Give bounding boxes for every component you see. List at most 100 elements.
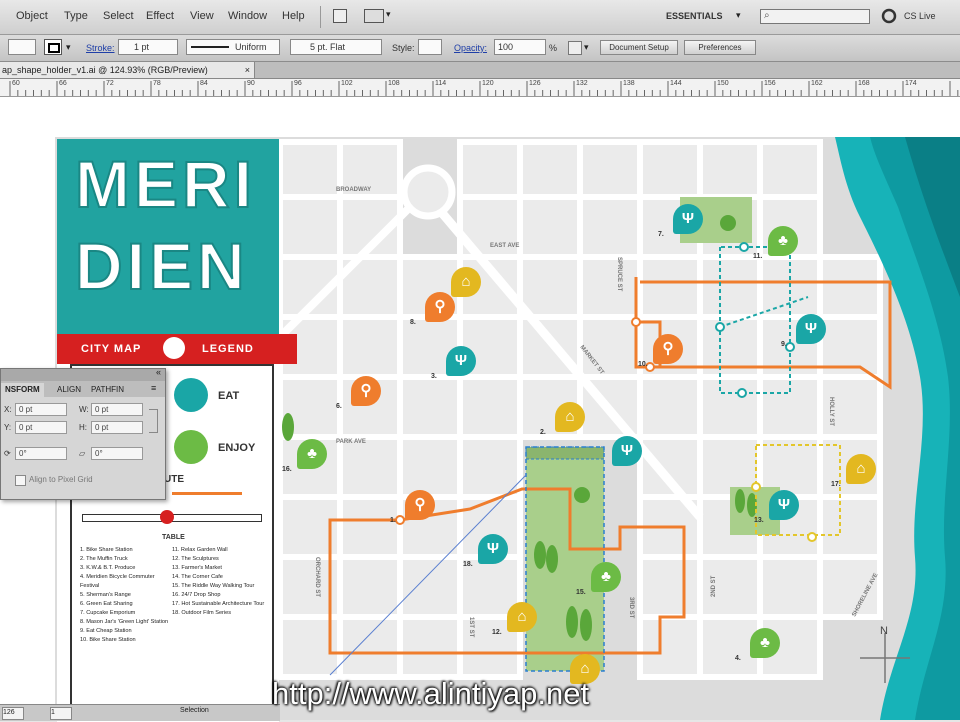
poi-marker[interactable]: ⚲ [405, 490, 435, 520]
eat-legend-icon [174, 378, 208, 412]
workspace-switcher[interactable]: ESSENTIALS [666, 11, 723, 21]
opacity-field[interactable]: 100 [494, 39, 546, 55]
ruler-label: 96 [294, 80, 302, 87]
menu-view[interactable]: View [190, 10, 214, 22]
home-icon: ⌂ [565, 408, 575, 425]
street-label: 1ST ST [468, 617, 474, 638]
poi-marker[interactable]: ⚲ [653, 334, 683, 364]
fork-icon: Ψ [681, 210, 695, 227]
ruler-label: 144 [670, 80, 682, 87]
poi-marker[interactable]: ⚲ [351, 376, 381, 406]
poi-marker[interactable]: Ψ [446, 346, 476, 376]
shear-icon: ▱ [79, 449, 86, 458]
menu-object[interactable]: Object [16, 10, 48, 22]
transform-panel[interactable]: « NSFORM ALIGN PATHFIN ≡ X: 0 pt W: 0 pt… [0, 367, 166, 500]
menu-type[interactable]: Type [64, 10, 88, 22]
title-block: MERI DIEN [57, 139, 279, 334]
stroke-link[interactable]: Stroke: [86, 43, 115, 53]
preferences-button[interactable]: Preferences [684, 40, 756, 55]
ruler-label: 84 [200, 80, 208, 87]
shear-field[interactable]: 0° [91, 447, 143, 460]
artboard-number-field[interactable]: 1 [50, 707, 72, 720]
tree-icon: ♣ [307, 445, 317, 462]
poi-marker[interactable]: ⌂ [451, 267, 481, 297]
y-field[interactable]: 0 pt [15, 421, 67, 434]
cs-live-icon[interactable] [880, 7, 898, 25]
fork-icon: Ψ [486, 540, 500, 557]
ruler-label: 60 [12, 80, 20, 87]
legend-table-item: 1. Bike Share Station [80, 547, 133, 553]
chevron-down-icon[interactable]: ▾ [386, 9, 391, 20]
poi-marker[interactable]: Ψ [673, 204, 703, 234]
opacity-link[interactable]: Opacity: [454, 43, 487, 53]
help-search-input[interactable]: ⌕ [760, 9, 870, 24]
legend-emblem-icon [163, 337, 185, 359]
menu-select[interactable]: Select [103, 10, 134, 22]
poi-marker[interactable]: ♣ [750, 628, 780, 658]
stroke-swatch[interactable] [44, 39, 62, 55]
recolor-artwork-icon[interactable] [568, 41, 582, 55]
street-label: PARK AVE [336, 439, 366, 445]
poi-number-label: 9. [781, 341, 787, 348]
brush-definition[interactable]: 5 pt. Flat [290, 39, 382, 55]
variable-width-profile[interactable]: Uniform [186, 39, 280, 55]
poi-marker[interactable]: ⚲ [425, 292, 455, 322]
fill-swatch[interactable] [8, 39, 36, 55]
constrain-link-icon[interactable] [149, 409, 158, 433]
arrange-documents-icon[interactable] [364, 9, 384, 23]
compass-north-label: N [880, 625, 888, 637]
x-field[interactable]: 0 pt [15, 403, 67, 416]
h-field[interactable]: 0 pt [91, 421, 143, 434]
panel-collapse-icon[interactable]: « [156, 367, 161, 377]
menu-window[interactable]: Window [228, 10, 267, 22]
document-tab[interactable]: ap_shape_holder_v1.ai @ 124.93% (RGB/Pre… [0, 62, 255, 78]
bridge-icon[interactable] [333, 9, 347, 23]
fork-icon: Ψ [454, 352, 468, 369]
shear-value: 0° [95, 449, 103, 458]
panel-menu-icon[interactable]: ≡ [151, 383, 156, 393]
current-tool-label: Selection [180, 707, 209, 714]
legend-table-item: 15. The Riddle Way Walking Tour [172, 583, 255, 589]
stroke-swatch-chevron-icon[interactable]: ▾ [66, 42, 71, 53]
cs-live-label[interactable]: CS Live [904, 11, 936, 21]
recolor-chevron-icon[interactable]: ▾ [584, 42, 589, 53]
x-label: X: [4, 405, 12, 414]
document-setup-button[interactable]: Document Setup [600, 40, 678, 55]
close-tab-icon[interactable]: × [245, 62, 250, 78]
horizontal-ruler[interactable]: 60 66 72 78 84 90 96 102 108 114 120 126 132 138 144 15… [0, 79, 960, 97]
fork-icon: Ψ [804, 320, 818, 337]
workspace-chevron-icon[interactable]: ▾ [736, 10, 741, 21]
ruler-label: 114 [435, 80, 447, 87]
menu-effect[interactable]: Effect [146, 10, 174, 22]
stroke-weight-field[interactable]: 1 pt [118, 39, 178, 55]
poi-marker[interactable]: Ψ [769, 490, 799, 520]
poi-number-label: 11. [753, 253, 763, 260]
tree-icon: ♣ [760, 634, 770, 651]
poi-marker[interactable]: ♣ [297, 439, 327, 469]
legend-eat-label: EAT [218, 390, 240, 402]
zoom-field[interactable]: 126 [2, 707, 24, 720]
poi-marker[interactable]: ⌂ [555, 402, 585, 432]
panel-title-bar[interactable]: « [1, 367, 165, 381]
roundabout [400, 164, 456, 220]
poi-marker[interactable]: Ψ [796, 314, 826, 344]
rotate-value: 0° [19, 449, 27, 458]
align-pixel-checkbox[interactable] [15, 475, 26, 486]
tab-align[interactable]: ALIGN [53, 383, 85, 397]
poi-marker[interactable]: ⌂ [507, 602, 537, 632]
poi-marker[interactable]: Ψ [612, 436, 642, 466]
poi-number-label: 6. [336, 403, 342, 410]
poi-marker[interactable]: ⌂ [846, 454, 876, 484]
ruler-label: 72 [106, 80, 114, 87]
w-field[interactable]: 0 pt [91, 403, 143, 416]
tab-pathfinder[interactable]: PATHFIN [87, 383, 128, 397]
menu-help[interactable]: Help [282, 10, 305, 22]
poi-marker[interactable]: ♣ [768, 226, 798, 256]
poi-marker[interactable]: Ψ [478, 534, 508, 564]
tab-transform[interactable]: NSFORM [1, 383, 44, 397]
legend-enjoy-label: ENJOY [218, 442, 256, 454]
graphic-style-picker[interactable] [418, 39, 442, 55]
rotate-field[interactable]: 0° [15, 447, 67, 460]
poi-marker[interactable]: ♣ [591, 562, 621, 592]
banner-legend: LEGEND [202, 343, 254, 355]
